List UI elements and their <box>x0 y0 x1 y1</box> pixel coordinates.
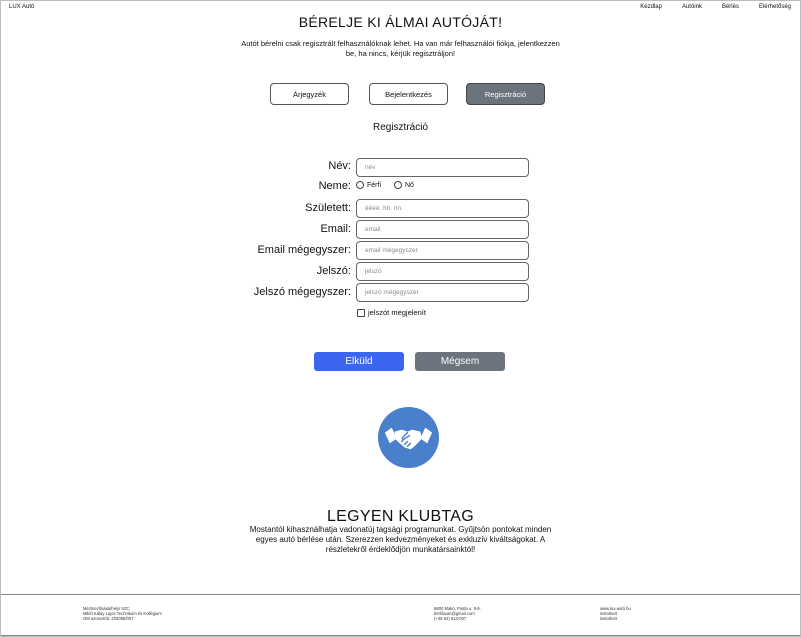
radio-female[interactable] <box>394 181 402 189</box>
show-password-label[interactable]: jelszót megjelenít <box>368 308 426 317</box>
footer-line: OM azonosító: 203058/007 <box>83 616 134 621</box>
email-input[interactable]: email <box>356 220 529 239</box>
birth-date-input[interactable]: éééé. hh. nn. <box>356 199 529 218</box>
top-nav: Kezdlap Autóink Bérlés Elérhetőség <box>620 4 791 10</box>
footer-contact: 6800 Makó, Posta u. 8-9. bérlőautó@gmail… <box>434 606 481 621</box>
nav-item-home[interactable]: Kezdlap <box>640 4 662 10</box>
cancel-button[interactable]: Mégsem <box>415 352 505 371</box>
birth-label: Született: <box>305 202 351 214</box>
form-title: Regisztráció <box>372 122 429 133</box>
nav-item-contact[interactable]: Elérhetőség <box>759 4 791 10</box>
radio-female-label[interactable]: Nő <box>405 182 414 189</box>
radio-male-label[interactable]: Férfi <box>367 182 381 189</box>
email-label: Email: <box>320 223 351 235</box>
tab-price-list[interactable]: Árjegyzék <box>270 83 349 105</box>
footer-links: www.lux-autó.hu instorkert instorkert <box>600 606 631 621</box>
hero-text: Autót bérelni csak regisztrált felhaszná… <box>241 39 560 58</box>
name-label: Név: <box>328 160 351 172</box>
password-confirm-input[interactable]: jelszó mégegyszer <box>356 283 529 302</box>
radio-male[interactable] <box>356 181 364 189</box>
club-title: LEGYEN KLUBTAG <box>326 508 475 525</box>
footer: Mézmezővásárhelyi SZC Mikló Kálay Lajos … <box>1 594 800 636</box>
name-input[interactable]: név <box>356 158 529 177</box>
footer-school-info: Mézmezővásárhelyi SZC Mikló Kálay Lajos … <box>83 606 162 621</box>
password-label: Jelszó: <box>316 265 351 277</box>
tab-registration[interactable]: Regisztráció <box>466 83 545 105</box>
nav-item-rent[interactable]: Bérlés <box>722 4 739 10</box>
email-confirm-input[interactable]: email mégegyszer <box>356 241 529 260</box>
show-password-checkbox[interactable] <box>357 308 365 317</box>
tab-login[interactable]: Bejelentkezés <box>369 83 448 105</box>
hero-title: BÉRELJE KI ÁLMAI AUTÓJÁT! <box>298 14 503 30</box>
handshake-icon <box>377 406 440 469</box>
nav-item-cars[interactable]: Autóink <box>682 4 702 10</box>
password-input[interactable]: jelszó <box>356 262 529 281</box>
submit-button[interactable]: Elküld <box>314 352 404 371</box>
gender-label: Neme: <box>318 180 351 192</box>
footer-phone: (+36 62) 613-007 <box>434 616 467 621</box>
club-text: Mostantól kihasználhatja vadonatúj tagsá… <box>249 525 552 554</box>
footer-social-link[interactable]: instorkert <box>600 616 631 621</box>
gender-radio-group: Férfi Nő <box>356 181 427 189</box>
show-password-row: jelszót megjelenít <box>357 308 426 317</box>
brand-logo[interactable]: LUX Autó <box>9 4 34 10</box>
password-confirm-label: Jelszó mégegyszer: <box>253 286 351 298</box>
email-confirm-label: Email mégegyszer: <box>257 244 351 256</box>
